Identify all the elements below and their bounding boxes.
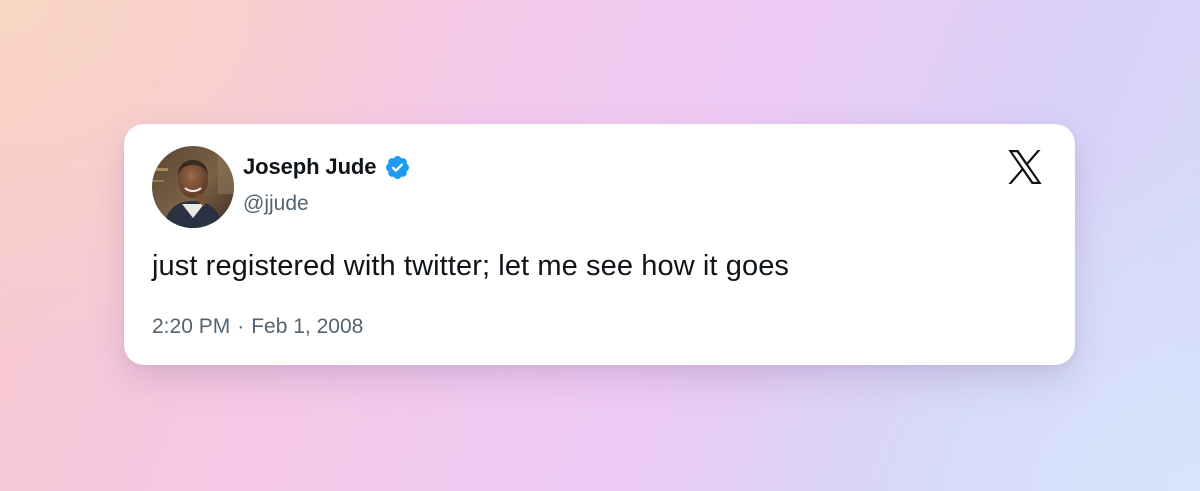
- x-logo-icon[interactable]: [1006, 150, 1044, 184]
- avatar[interactable]: [152, 146, 234, 228]
- author-name-row: Joseph Jude: [243, 152, 411, 182]
- verified-badge-icon: [384, 154, 411, 181]
- tweet-time: 2:20 PM: [152, 315, 231, 338]
- tweet-text: just registered with twitter; let me see…: [152, 250, 790, 282]
- tweet-date: Feb 1, 2008: [251, 315, 364, 338]
- author-display-name[interactable]: Joseph Jude: [243, 154, 376, 180]
- author-handle[interactable]: @jjude: [243, 192, 309, 216]
- avatar-photo: [152, 146, 234, 228]
- timestamp-separator: ·: [237, 315, 245, 338]
- tweet-card: Joseph Jude @jjude just registered with …: [124, 124, 1075, 365]
- tweet-timestamp[interactable]: 2:20 PM · Feb 1, 2008: [152, 315, 363, 339]
